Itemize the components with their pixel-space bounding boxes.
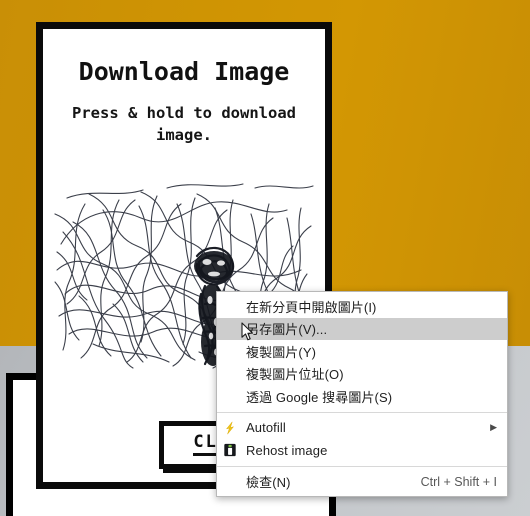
menu-item-save-image-as[interactable]: 另存圖片(V)...	[217, 317, 507, 340]
menu-separator	[217, 411, 507, 413]
menu-item-label: 透過 Google 搜尋圖片(S)	[246, 389, 393, 405]
menu-item-label: 複製圖片(Y)	[246, 344, 317, 360]
menu-item-shortcut: Ctrl + Shift + I	[420, 474, 497, 489]
chevron-right-icon: ▶	[490, 422, 497, 433]
menu-item-copy-image[interactable]: 複製圖片(Y)	[217, 340, 507, 363]
menu-item-open-image-in-new-tab[interactable]: 在新分頁中開啟圖片(I)	[217, 295, 507, 318]
card-subtitle: Press & hold to download image.	[72, 104, 296, 145]
menu-item-label: 複製圖片位址(O)	[246, 367, 344, 383]
context-menu[interactable]: 在新分頁中開啟圖片(I) 另存圖片(V)... 複製圖片(Y) 複製圖片位址(O…	[216, 291, 508, 497]
lightning-bolt-icon	[217, 417, 243, 440]
menu-item-label: Rehost image	[246, 442, 328, 458]
menu-item-label: 在新分頁中開啟圖片(I)	[246, 299, 377, 315]
menu-item-rehost-image[interactable]: Rehost image	[217, 439, 507, 462]
menu-item-label: Autofill	[246, 420, 286, 436]
menu-separator	[217, 465, 507, 467]
menu-item-autofill[interactable]: Autofill ▶	[217, 417, 507, 440]
menu-item-copy-image-address[interactable]: 複製圖片位址(O)	[217, 363, 507, 386]
menu-item-label: 另存圖片(V)...	[246, 322, 328, 338]
menu-item-inspect[interactable]: 檢查(N) Ctrl + Shift + I	[217, 471, 507, 494]
menu-item-search-image-with-google[interactable]: 透過 Google 搜尋圖片(S)	[217, 385, 507, 408]
menu-item-label: 檢查(N)	[246, 475, 291, 491]
screen: Download Image Press & hold to download …	[0, 0, 530, 516]
rehost-icon	[217, 439, 243, 462]
page-title: Download Image	[78, 57, 290, 86]
